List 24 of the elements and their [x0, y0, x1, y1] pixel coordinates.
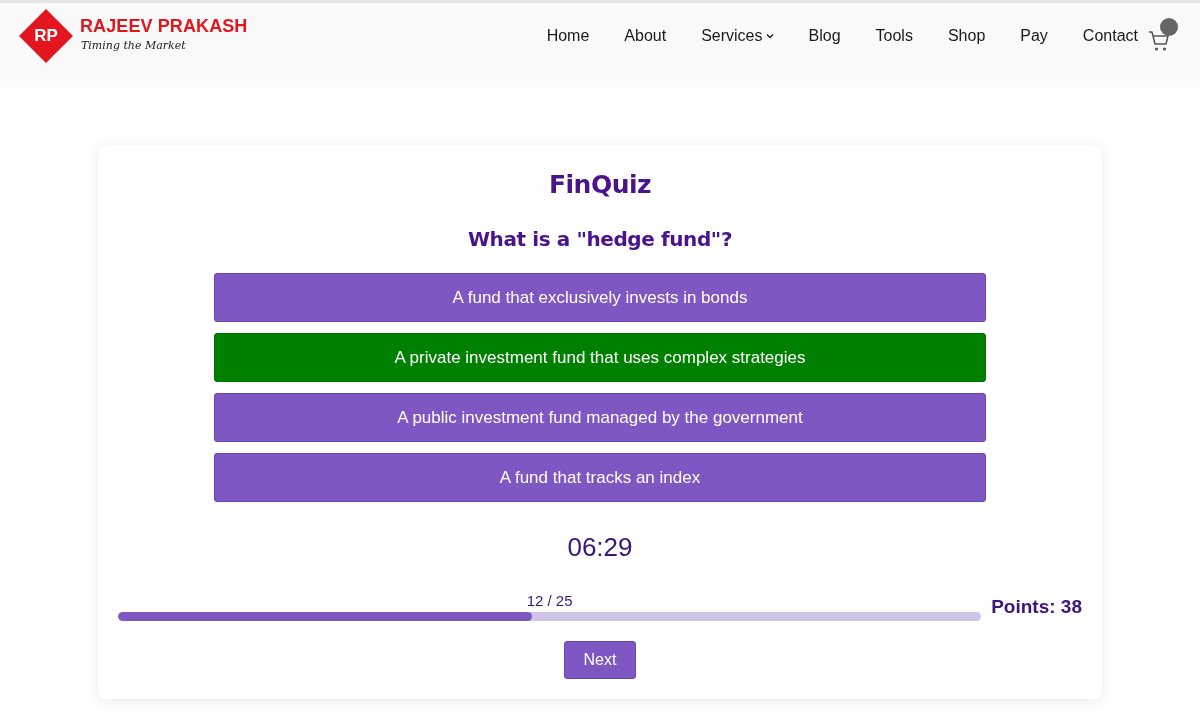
brand-name: RAJEEV PRAKASH	[80, 16, 248, 36]
brand-tagline: Timing the Market	[81, 39, 187, 52]
question-text: What is a "hedge fund"?	[467, 226, 733, 253]
nav-link[interactable]: Contact	[1082, 27, 1138, 45]
nav-link[interactable]: About	[624, 27, 667, 45]
nav-link[interactable]: Services	[701, 27, 774, 45]
cart-icon[interactable]	[1148, 30, 1170, 52]
answer-option[interactable]: A private investment fund that uses complex strategies	[214, 333, 986, 382]
answer-option[interactable]: A public investment fund managed by the government	[214, 393, 986, 442]
points-score: Points: 38	[991, 595, 1082, 618]
chevron-down-icon	[765, 33, 774, 39]
logo-mark[interactable]: RP	[19, 9, 73, 63]
nav-link[interactable]: Tools	[875, 27, 913, 45]
nav-link[interactable]: Home	[546, 27, 590, 45]
progress-label: 12 / 25	[526, 592, 573, 610]
answer-option[interactable]: A fund that exclusively invests in bonds	[214, 273, 986, 322]
badge-dot-icon	[1160, 18, 1178, 36]
countdown-timer: 06:29	[567, 531, 633, 563]
quiz-title: FinQuiz	[548, 169, 652, 201]
nav-link[interactable]: Shop	[947, 27, 986, 45]
next-button[interactable]: Next	[563, 641, 637, 679]
answer-option[interactable]: A fund that tracks an index	[214, 453, 986, 502]
nav-link[interactable]: Pay	[1020, 27, 1048, 45]
nav-link[interactable]: Blog	[808, 27, 841, 45]
